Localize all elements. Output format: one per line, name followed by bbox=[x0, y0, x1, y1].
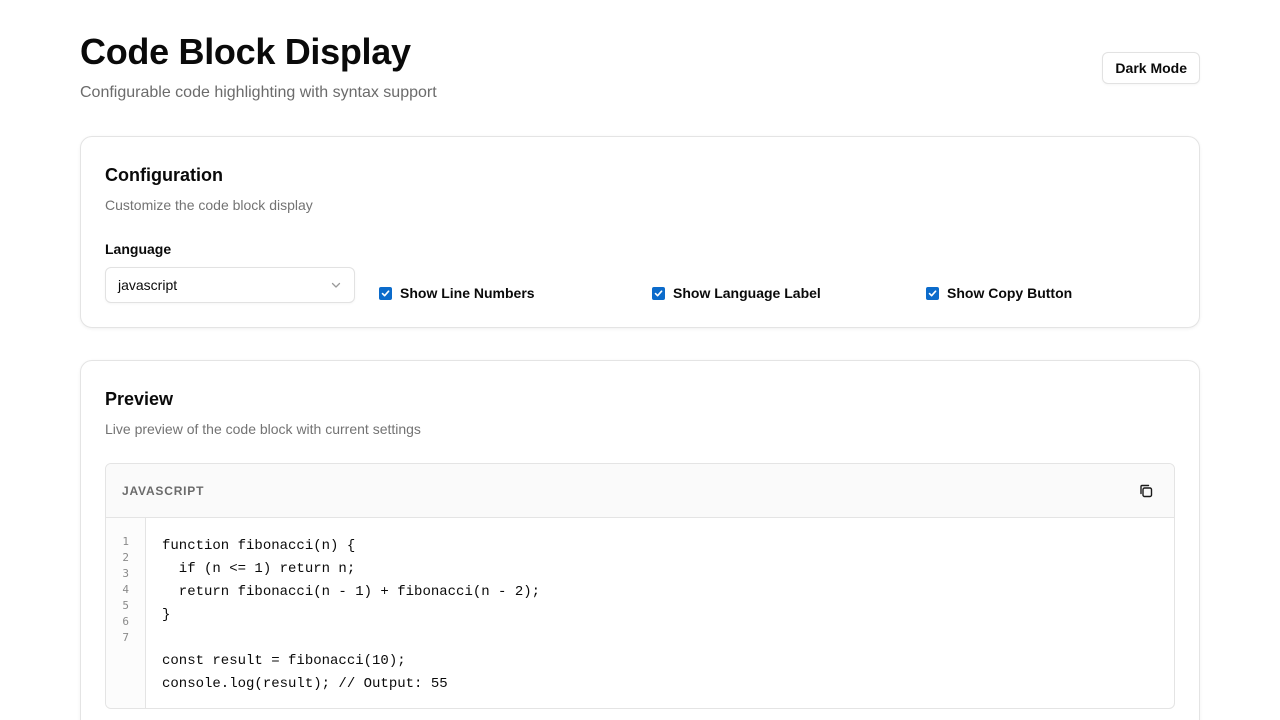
chevron-down-icon bbox=[331, 282, 341, 288]
show-language-label-option[interactable]: Show Language Label bbox=[652, 284, 821, 302]
code-block: JAVASCRIPT 1 2 3 4 5 6 7 function fibona bbox=[105, 463, 1175, 709]
show-language-label-label[interactable]: Show Language Label bbox=[673, 284, 821, 302]
code-line: function fibonacci(n) { bbox=[162, 538, 356, 554]
show-line-numbers-label[interactable]: Show Line Numbers bbox=[400, 284, 535, 302]
code-line: console.log(result); // Output: 55 bbox=[162, 676, 448, 692]
language-label: Language bbox=[105, 241, 172, 257]
line-number: 2 bbox=[122, 551, 129, 564]
page-header: Code Block Display Configurable code hig… bbox=[80, 30, 1200, 104]
line-number-gutter: 1 2 3 4 5 6 7 bbox=[106, 518, 146, 708]
language-select-value: javascript bbox=[118, 277, 178, 293]
code-content: function fibonacci(n) { if (n <= 1) retu… bbox=[162, 535, 540, 696]
line-number: 6 bbox=[122, 615, 129, 628]
page-title: Code Block Display bbox=[80, 31, 411, 72]
configuration-description: Customize the code block display bbox=[105, 197, 313, 213]
code-language-label: JAVASCRIPT bbox=[122, 484, 205, 498]
copy-button[interactable] bbox=[1134, 479, 1158, 503]
page-subtitle: Configurable code highlighting with synt… bbox=[80, 84, 437, 101]
show-line-numbers-checkbox[interactable] bbox=[379, 286, 392, 300]
show-copy-button-label[interactable]: Show Copy Button bbox=[947, 284, 1072, 302]
checkmark-icon bbox=[928, 289, 937, 296]
copy-icon bbox=[1140, 484, 1153, 498]
checkmark-icon bbox=[381, 289, 390, 296]
code-line: return fibonacci(n - 1) + fibonacci(n - … bbox=[162, 584, 541, 600]
line-number: 3 bbox=[122, 567, 129, 580]
code-block-header: JAVASCRIPT bbox=[106, 464, 1174, 518]
configuration-title: Configuration bbox=[105, 165, 223, 185]
line-number: 1 bbox=[122, 535, 129, 548]
dark-mode-button[interactable]: Dark Mode bbox=[1102, 52, 1200, 84]
line-number: 7 bbox=[122, 631, 129, 644]
show-line-numbers-option[interactable]: Show Line Numbers bbox=[379, 284, 535, 302]
preview-description: Live preview of the code block with curr… bbox=[105, 421, 421, 437]
code-line: } bbox=[162, 607, 171, 623]
show-language-label-checkbox[interactable] bbox=[652, 286, 665, 300]
line-number: 5 bbox=[122, 599, 129, 612]
show-copy-button-checkbox[interactable] bbox=[926, 286, 939, 300]
show-copy-button-option[interactable]: Show Copy Button bbox=[926, 284, 1072, 302]
line-number: 4 bbox=[122, 583, 129, 596]
code-line: if (n <= 1) return n; bbox=[162, 561, 356, 577]
configuration-card: Configuration Customize the code block d… bbox=[80, 136, 1200, 328]
preview-title: Preview bbox=[105, 389, 174, 409]
page: Code Block Display Configurable code hig… bbox=[0, 0, 1280, 720]
code-line: const result = fibonacci(10); bbox=[162, 653, 406, 669]
language-select[interactable]: javascript bbox=[105, 267, 355, 303]
checkmark-icon bbox=[654, 289, 663, 296]
preview-card: Preview Live preview of the code block w… bbox=[80, 360, 1200, 720]
